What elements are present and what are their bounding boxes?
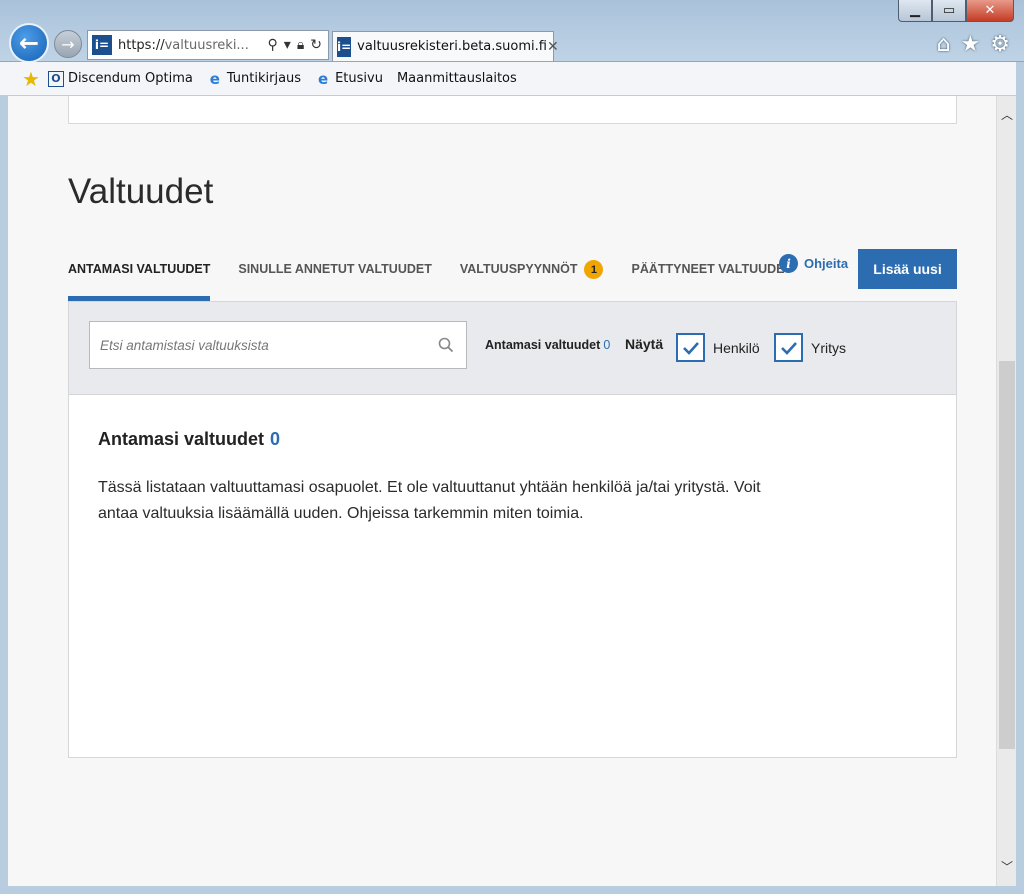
tab-antamasi-valtuudet[interactable]: ANTAMASI VALTUUDET <box>68 246 211 301</box>
favorite-link-etusivu[interactable]: e Etusivu <box>315 69 383 88</box>
vertical-scrollbar[interactable]: ︿ ﹀ <box>996 96 1016 886</box>
page-viewport: Valtuudet ANTAMASI VALTUUDET SINULLE ANN… <box>0 96 996 886</box>
maximize-button[interactable]: ▭ <box>932 0 966 22</box>
scroll-down-icon[interactable]: ﹀ <box>997 856 1017 876</box>
favorites-star-icon[interactable]: ★ <box>22 67 40 91</box>
dropdown-icon[interactable]: ▾ <box>284 37 291 53</box>
show-label: Näytä <box>625 336 664 352</box>
search-placeholder: Etsi antamistasi valtuuksista <box>100 337 269 353</box>
address-bar[interactable]: i= https://valtuusreki... ⚲ ▾ 🔒︎ ↻ <box>87 30 329 60</box>
close-tab-icon[interactable]: ✕ <box>547 39 567 55</box>
tab-title: valtuusrekisteri.beta.suomi.fi <box>357 39 547 54</box>
browser-tab[interactable]: i= valtuusrekisteri.beta.suomi.fi ✕ <box>332 31 559 61</box>
checkbox-henkilo[interactable]: Henkilö <box>676 333 760 362</box>
empty-state-text: Tässä listataan valtuuttamasi osapuolet.… <box>98 479 761 522</box>
site-favicon-icon: i= <box>92 35 112 55</box>
lock-icon[interactable]: 🔒︎ <box>297 37 304 53</box>
tab-favicon-icon: i= <box>337 36 352 57</box>
checkmark-icon[interactable] <box>774 333 803 362</box>
checkmark-icon[interactable] <box>676 333 705 362</box>
content-panel: Antamasi valtuudet 0 Tässä listataan valt… <box>68 395 957 758</box>
ie-icon: e <box>209 69 220 88</box>
result-count: Antamasi valtuudet 0 <box>485 338 611 352</box>
top-card <box>68 96 957 124</box>
window-controls: ▁ ▭ ✕ <box>898 0 1014 22</box>
favorite-link-maanmittauslaitos[interactable]: Maanmittauslaitos <box>397 71 517 86</box>
window-frame-bottom <box>0 886 1024 894</box>
favorite-link-tuntikirjaus[interactable]: e Tuntikirjaus <box>207 69 301 88</box>
search-input[interactable]: Etsi antamistasi valtuuksista <box>89 321 467 369</box>
arrow-left-icon: ← <box>18 29 40 57</box>
back-button[interactable]: ← <box>9 23 49 63</box>
info-icon: i <box>779 254 798 273</box>
close-window-button[interactable]: ✕ <box>966 0 1014 22</box>
scroll-up-icon[interactable]: ︿ <box>997 104 1017 124</box>
tab-paattyneet-valtuudet[interactable]: PÄÄTTYNEET VALTUUDET <box>631 246 792 301</box>
search-icon[interactable] <box>426 337 466 353</box>
page-tabs: ANTAMASI VALTUUDET SINULLE ANNETUT VALTU… <box>68 246 820 301</box>
search-icon[interactable]: ⚲ <box>268 37 278 53</box>
help-link[interactable]: i Ohjeita <box>779 254 848 273</box>
star-icon[interactable]: ★ <box>961 32 981 57</box>
notification-badge: 1 <box>584 260 604 279</box>
o-icon: O <box>47 70 64 87</box>
window-frame-right <box>1016 62 1024 894</box>
add-new-button[interactable]: Lisää uusi <box>858 249 957 289</box>
scrollbar-thumb[interactable] <box>999 361 1015 749</box>
minimize-button[interactable]: ▁ <box>898 0 932 22</box>
filter-panel: Etsi antamistasi valtuuksista Antamasi v… <box>68 301 957 395</box>
browser-titlebar: ▁ ▭ ✕ ← → i= https://valtuusreki... ⚲ ▾ … <box>0 0 1024 63</box>
ie-icon: e <box>317 69 329 88</box>
tab-valtuuspyynnot[interactable]: VALTUUSPYYNNÖT 1 <box>460 246 604 301</box>
address-url[interactable]: https://valtuusreki... <box>118 38 268 53</box>
forward-button[interactable]: → <box>54 30 82 58</box>
window-frame-left <box>0 96 8 886</box>
favorite-link-discendum[interactable]: O Discendum Optima <box>47 70 193 87</box>
refresh-icon[interactable]: ↻ <box>310 37 322 53</box>
arrow-right-icon: → <box>61 34 75 54</box>
checkbox-yritys[interactable]: Yritys <box>774 333 846 362</box>
page-title: Valtuudet <box>68 172 214 211</box>
tab-sinulle-annetut-valtuudet[interactable]: SINULLE ANNETUT VALTUUDET <box>238 246 432 301</box>
favorites-bar: ★ O Discendum Optima e Tuntikirjaus e Et… <box>0 62 1024 96</box>
home-icon[interactable]: ⌂ <box>937 32 951 57</box>
section-heading: Antamasi valtuudet 0 <box>98 429 281 449</box>
gear-icon[interactable]: ⚙ <box>990 32 1010 57</box>
